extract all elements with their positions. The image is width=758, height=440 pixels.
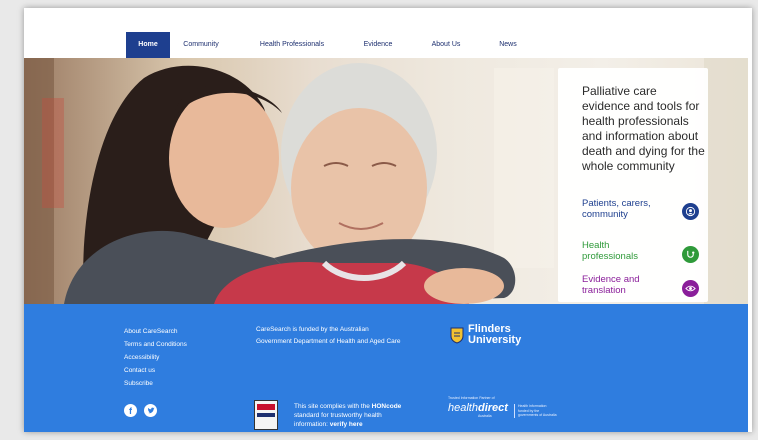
footer-link-subscribe[interactable]: Subscribe — [124, 380, 153, 387]
healthdirect-wordmark: healthdirect — [448, 402, 508, 414]
nav-news[interactable]: News — [490, 32, 526, 58]
intro-card: Palliative care evidence and tools for h… — [558, 68, 708, 302]
nav-evidence[interactable]: Evidence — [354, 32, 402, 58]
hon-line-2: standard for trustworthy health — [294, 412, 382, 419]
intro-text: Palliative care evidence and tools for h… — [582, 84, 705, 173]
hon-code-label: HONcode — [371, 403, 402, 410]
footer-link-terms[interactable]: Terms and Conditions — [124, 341, 187, 348]
shield-icon — [450, 327, 464, 344]
nav-home[interactable]: Home — [126, 32, 170, 58]
main-nav: Home Community Health Professionals Evid… — [24, 8, 752, 58]
flinders-line-2: University — [468, 334, 522, 346]
healthdirect-word-b: direct — [477, 402, 508, 414]
hon-verify-link[interactable]: verify here — [330, 421, 363, 428]
nav-about-us[interactable]: About Us — [422, 32, 470, 58]
healthdirect-sub: Australia — [478, 414, 492, 418]
healthdirect-tag: Trusted Information Partner of — [448, 396, 495, 400]
stethoscope-icon[interactable] — [682, 246, 699, 263]
site-footer: About CareSearch Terms and Conditions Ac… — [24, 304, 748, 432]
hon-statement: This site complies with the HONcode stan… — [294, 402, 401, 429]
healthdirect-side-text: Health information funded by the governm… — [514, 404, 558, 418]
healthdirect-word-a: health — [448, 402, 478, 414]
eye-icon[interactable] — [682, 280, 699, 297]
browser-page: Home Community Health Professionals Evid… — [24, 8, 752, 432]
healthdirect-logo[interactable]: Trusted Information Partner of healthdir… — [448, 396, 557, 418]
flinders-logo[interactable]: Flinders University — [450, 324, 521, 346]
twitter-icon[interactable] — [144, 404, 157, 417]
funding-line-2: Government Department of Health and Aged… — [256, 338, 401, 345]
hon-badge[interactable] — [254, 400, 278, 430]
link-health-professionals[interactable]: Health professionals — [582, 240, 666, 262]
flinders-wordmark: Flinders University — [468, 324, 521, 346]
funding-line-1: CareSearch is funded by the Australian — [256, 326, 369, 333]
footer-link-contact[interactable]: Contact us — [124, 367, 155, 374]
facebook-icon[interactable]: f — [124, 404, 137, 417]
people-icon[interactable] — [682, 203, 699, 220]
nav-health-professionals[interactable]: Health Professionals — [250, 32, 334, 58]
link-patients-carers-community[interactable]: Patients, carers, community — [582, 198, 666, 220]
funding-statement: CareSearch is funded by the Australian G… — [256, 324, 401, 348]
nav-community[interactable]: Community — [176, 32, 226, 58]
footer-link-accessibility[interactable]: Accessibility — [124, 354, 159, 361]
link-evidence-translation[interactable]: Evidence and translation — [582, 274, 666, 296]
hon-line-1: This site complies with the — [294, 403, 372, 410]
footer-link-about[interactable]: About CareSearch — [124, 328, 177, 335]
hon-line-3: information: — [294, 421, 330, 428]
